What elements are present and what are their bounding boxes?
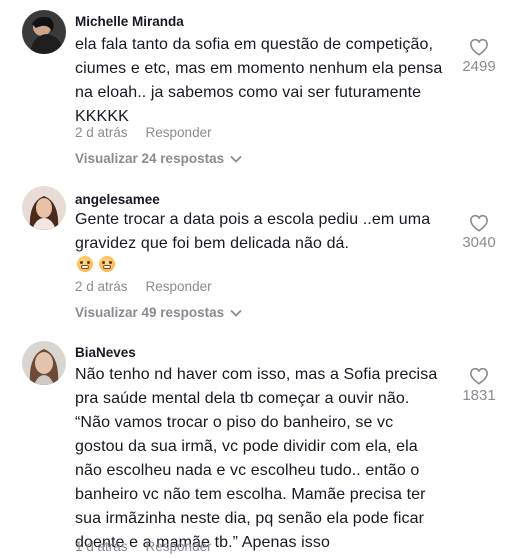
comment-username[interactable]: angelesamee [75, 192, 160, 207]
comment-meta: 2 d atrás Responder [75, 279, 212, 294]
avatar[interactable] [22, 186, 66, 230]
comment-item: BiaNeves Não tenho nd haver com isso, ma… [0, 333, 522, 558]
view-replies-button[interactable]: Visualizar 24 respostas [75, 151, 242, 166]
comment-text: Não tenho nd haver com isso, mas a Sofia… [75, 366, 438, 551]
like-count: 2499 [462, 58, 496, 75]
like-button[interactable]: 3040 [456, 214, 502, 251]
view-replies-label: Visualizar 24 respostas [75, 151, 225, 166]
chevron-down-icon [230, 155, 242, 163]
like-count: 1831 [462, 387, 496, 404]
comment-text: Gente trocar a data pois a escola pediu … [75, 211, 431, 252]
comment-timestamp: 1 d atrás [75, 539, 128, 554]
avatar[interactable] [22, 10, 66, 54]
like-count: 3040 [462, 234, 496, 251]
emoji-row [77, 255, 121, 273]
comment-item: Michelle Miranda ela fala tanto da sofia… [0, 0, 522, 180]
grimacing-face-emoji [77, 255, 93, 272]
reply-button[interactable]: Responder [146, 279, 212, 294]
comment-username[interactable]: BiaNeves [75, 345, 136, 360]
comment-meta: 2 d atrás Responder [75, 125, 212, 140]
heart-outline-icon [469, 367, 489, 385]
comment-timestamp: 2 d atrás [75, 125, 128, 140]
view-replies-button[interactable]: Visualizar 49 respostas [75, 305, 242, 320]
heart-outline-icon [469, 38, 489, 56]
comment-username[interactable]: Michelle Miranda [75, 14, 184, 29]
heart-outline-icon [469, 214, 489, 232]
grimacing-face-emoji [99, 255, 115, 272]
like-button[interactable]: 1831 [456, 367, 502, 404]
comment-text: ela fala tanto da sofia em questão de co… [75, 36, 443, 125]
avatar[interactable] [22, 341, 66, 385]
comment-meta: 1 d atrás Responder [75, 539, 212, 554]
reply-button[interactable]: Responder [146, 125, 212, 140]
like-button[interactable]: 2499 [456, 38, 502, 75]
chevron-down-icon [230, 309, 242, 317]
comment-timestamp: 2 d atrás [75, 279, 128, 294]
view-replies-label: Visualizar 49 respostas [75, 305, 225, 320]
comment-item: angelesamee Gente trocar a data pois a e… [0, 178, 522, 338]
reply-button[interactable]: Responder [146, 539, 212, 554]
